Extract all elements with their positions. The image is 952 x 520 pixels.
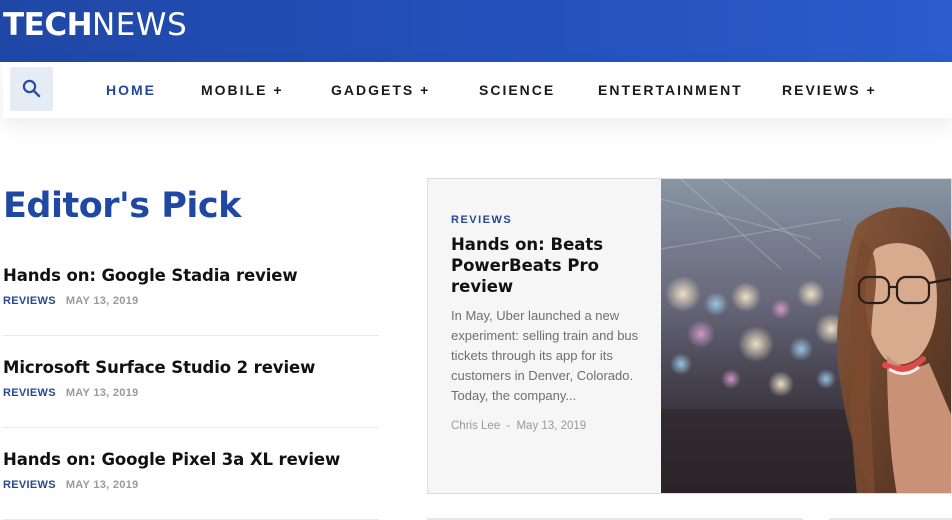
article-meta: REVIEWS MAY 13, 2019: [3, 294, 379, 308]
category-link[interactable]: REVIEWS: [3, 387, 56, 399]
article-title[interactable]: Hands on: Google Pixel 3a XL review: [3, 449, 379, 471]
divider: [3, 427, 379, 428]
main-navigation: HOME MOBILE + GADGETS + SCIENCE ENTERTAI…: [3, 62, 952, 118]
nav-item-science[interactable]: SCIENCE: [479, 82, 555, 99]
list-item: Microsoft Surface Studio 2 review REVIEW…: [3, 357, 379, 400]
featured-category[interactable]: REVIEWS: [451, 213, 641, 227]
nav-item-mobile[interactable]: MOBILE +: [201, 82, 284, 99]
featured-meta: Chris Lee - May 13, 2019: [451, 420, 641, 432]
article-meta: REVIEWS MAY 13, 2019: [3, 478, 379, 492]
article-date: MAY 13, 2019: [65, 295, 139, 307]
featured-excerpt: In May, Uber launched a new experiment: …: [451, 308, 639, 403]
featured-image[interactable]: [661, 179, 951, 493]
featured-article-text: REVIEWS Hands on: Beats PowerBeats Pro r…: [451, 213, 641, 432]
logo-light-text: NEWS: [92, 7, 188, 43]
list-item: Hands on: Google Pixel 3a XL review REVI…: [3, 449, 379, 492]
nav-item-reviews[interactable]: REVIEWS +: [782, 82, 877, 99]
article-meta: REVIEWS MAY 13, 2019: [3, 386, 379, 400]
article-date: MAY 13, 2019: [65, 387, 139, 399]
meta-separator: -: [506, 420, 511, 432]
editors-pick-heading: Editor's Pick: [3, 186, 241, 226]
nav-item-gadgets[interactable]: GADGETS +: [331, 82, 430, 99]
featured-author[interactable]: Chris Lee: [451, 420, 500, 432]
article-title[interactable]: Microsoft Surface Studio 2 review: [3, 357, 379, 379]
logo-bold-text: TECH: [3, 7, 93, 43]
site-header: TECHNEWS: [0, 0, 952, 62]
nav-item-home[interactable]: HOME: [106, 82, 156, 99]
category-link[interactable]: REVIEWS: [3, 295, 56, 307]
category-link[interactable]: REVIEWS: [3, 479, 56, 491]
featured-date: May 13, 2019: [516, 420, 587, 432]
article-date: MAY 13, 2019: [65, 479, 139, 491]
featured-title[interactable]: Hands on: Beats PowerBeats Pro review: [451, 234, 641, 297]
article-title[interactable]: Hands on: Google Stadia review: [3, 265, 379, 287]
nav-item-entertainment[interactable]: ENTERTAINMENT: [598, 82, 743, 99]
list-item: Hands on: Google Stadia review REVIEWS MA…: [3, 265, 379, 308]
search-icon: [22, 79, 41, 98]
divider: [3, 335, 379, 336]
site-logo[interactable]: TECHNEWS: [3, 7, 187, 43]
featured-article-card[interactable]: REVIEWS Hands on: Beats PowerBeats Pro r…: [427, 178, 952, 494]
featured-photo-illustration: [661, 179, 951, 493]
search-button[interactable]: [10, 67, 53, 111]
